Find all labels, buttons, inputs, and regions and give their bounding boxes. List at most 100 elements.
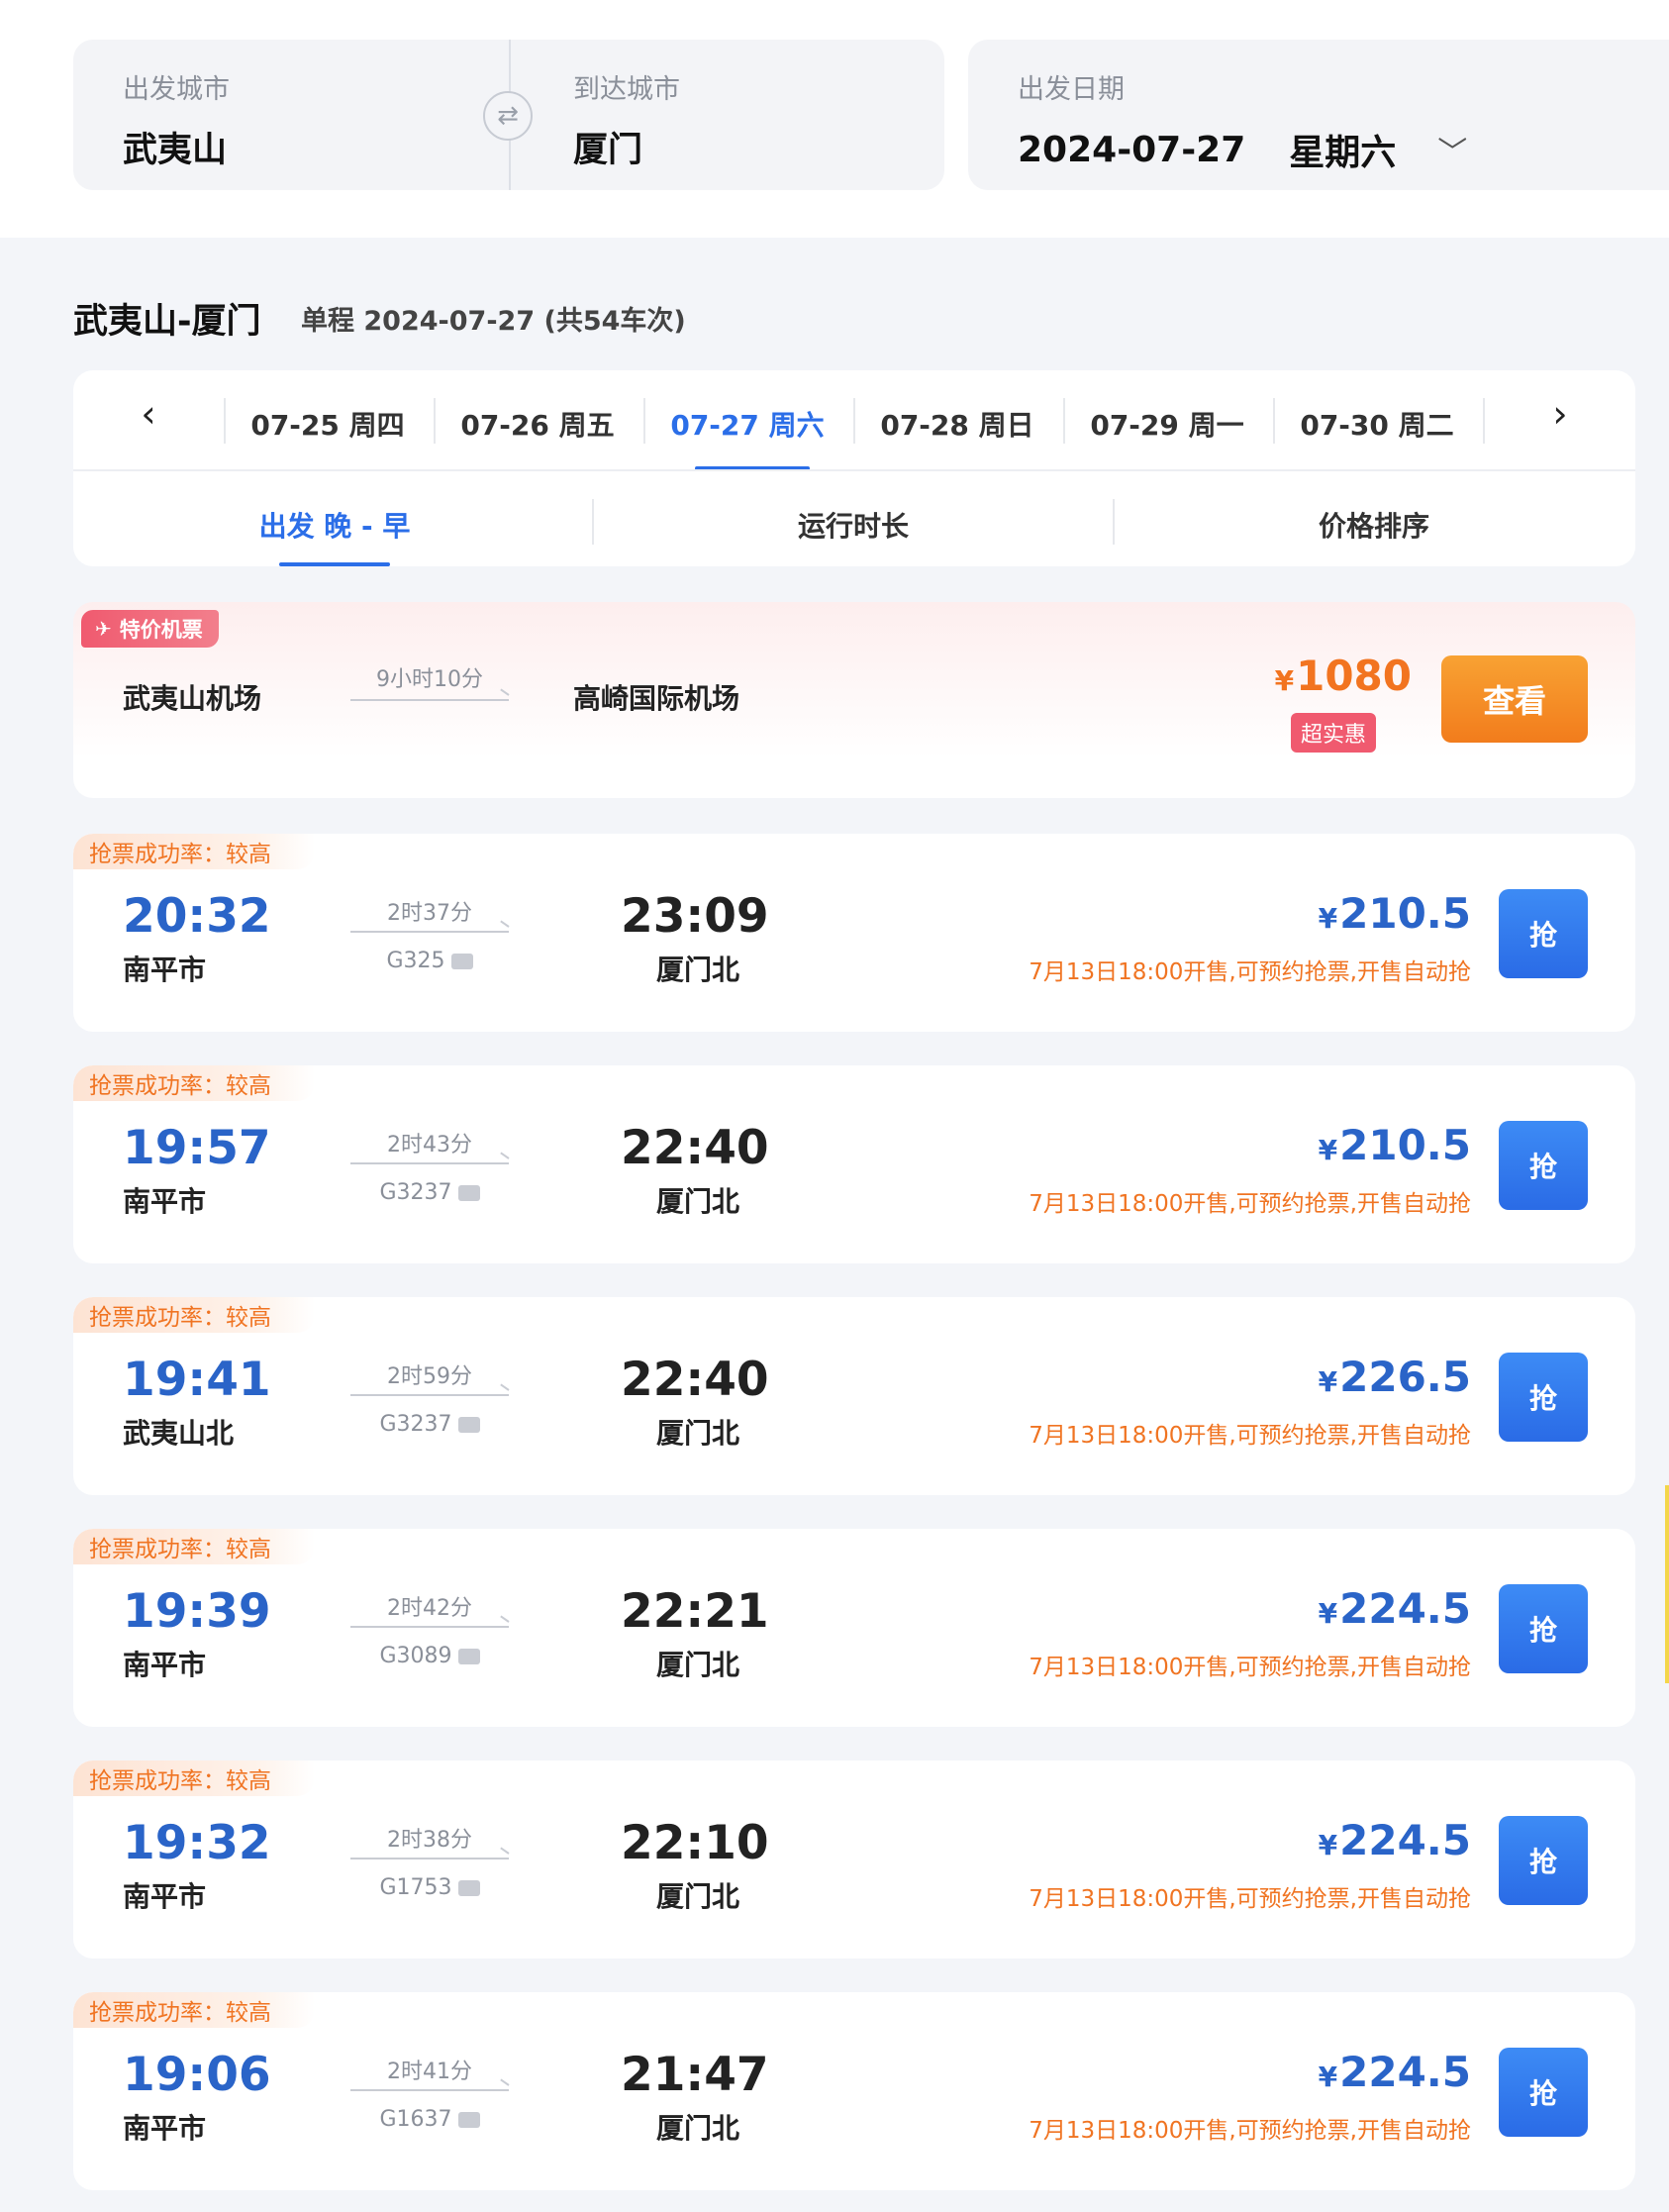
- arrival-time: 22:10: [621, 1816, 769, 1870]
- sort-tab-price[interactable]: 价格排序: [1117, 505, 1631, 545]
- date-tab-0727[interactable]: 07-27 周六: [643, 404, 851, 444]
- grab-ticket-button[interactable]: 抢: [1499, 1353, 1588, 1442]
- grab-ticket-button[interactable]: 抢: [1499, 1584, 1588, 1673]
- date-tab-0730[interactable]: 07-30 周二: [1273, 404, 1481, 444]
- train-number[interactable]: G325: [350, 949, 509, 973]
- tab-divider: [1113, 499, 1115, 545]
- from-city-field[interactable]: 出发城市 武夷山: [123, 67, 230, 172]
- flight-badge: ✈ 特价机票: [81, 610, 219, 648]
- arrival-station: 厦门北: [656, 1649, 740, 1681]
- divider: [73, 469, 1635, 471]
- ticket-icon: [457, 1185, 480, 1201]
- flight-deal-tag: 超实惠: [1291, 713, 1377, 753]
- train-card[interactable]: 抢票成功率：较高 20:32 南平市 2时37分 G325 23:09 厦门北 ¥210.5 7…: [73, 834, 1635, 1032]
- date-label: 出发日期: [1018, 74, 1125, 105]
- date-selector[interactable]: 出发日期 2024-07-27 星期六 ﹀: [968, 40, 1669, 190]
- departure-station: 南平市: [123, 2112, 207, 2145]
- train-card[interactable]: 抢票成功率：较高 19:32 南平市 2时38分 G1753 22:10 厦门北 ¥224.5…: [73, 1760, 1635, 1959]
- departure-time: 19:32: [123, 1816, 271, 1870]
- ticket-price: ¥210.5: [1319, 1121, 1471, 1169]
- train-code: G1637: [379, 2107, 452, 2132]
- train-card[interactable]: 抢票成功率：较高 19:57 南平市 2时43分 G3237 22:40 厦门北 ¥210.5…: [73, 1065, 1635, 1263]
- grab-ticket-button[interactable]: 抢: [1499, 1816, 1588, 1905]
- departure-time: 19:06: [123, 2048, 271, 2102]
- departure-station: 南平市: [123, 954, 207, 986]
- sale-notice: 7月13日18:00开售,可预约抢票,开售自动抢: [1029, 1655, 1471, 1680]
- arrival-station: 厦门北: [656, 2112, 740, 2145]
- train-number[interactable]: G1637: [350, 2107, 509, 2132]
- train-code: G3089: [379, 1644, 452, 1668]
- ticket-price-value: 210.5: [1339, 1121, 1471, 1169]
- active-sort-indicator: [279, 562, 390, 566]
- ticket-icon: [457, 1649, 480, 1664]
- train-code: G3237: [379, 1180, 452, 1205]
- chevron-right-icon[interactable]: ›: [1530, 392, 1590, 436]
- success-rate-badge: 抢票成功率：较高: [73, 1760, 315, 1796]
- from-city-value[interactable]: 武夷山: [123, 122, 230, 172]
- ticket-icon: [457, 1417, 480, 1433]
- route-arrow: [350, 2089, 509, 2091]
- arrival-station: 厦门北: [656, 1185, 740, 1218]
- date-tab-0725[interactable]: 07-25 周四: [224, 404, 432, 444]
- date-tabs: ‹ 07-25 周四 07-26 周五 07-27 周六 07-28 周日 07…: [73, 370, 1635, 470]
- ticket-price: ¥224.5: [1319, 1584, 1471, 1633]
- trip-duration: 2时38分: [387, 1828, 472, 1853]
- train-code: G325: [386, 949, 445, 973]
- sort-tab-duration[interactable]: 运行时长: [596, 505, 1111, 545]
- ticket-price: ¥224.5: [1319, 1816, 1471, 1864]
- scrollbar-indicator[interactable]: [1665, 1485, 1669, 1683]
- route-arrow: [350, 1858, 509, 1860]
- date-tab-0726[interactable]: 07-26 周五: [434, 404, 641, 444]
- currency-symbol: ¥: [1318, 1597, 1338, 1630]
- flight-promo-card[interactable]: ✈ 特价机票 武夷山机场 9小时10分 高崎国际机场 ¥1080 超实惠 查看: [73, 602, 1635, 798]
- ticket-price: ¥210.5: [1319, 889, 1471, 938]
- sort-tab-departure[interactable]: 出发 晚 - 早: [77, 505, 592, 545]
- ticket-icon: [457, 2112, 480, 2128]
- date-tab-0728[interactable]: 07-28 周日: [853, 404, 1061, 444]
- date-value[interactable]: 2024-07-27: [1018, 130, 1245, 170]
- train-card[interactable]: 抢票成功率：较高 19:06 南平市 2时41分 G1637 21:47 厦门北 ¥224.5…: [73, 1992, 1635, 2190]
- trip-duration: 2时59分: [387, 1364, 472, 1389]
- route-title: 武夷山-厦门: [73, 302, 261, 342]
- departure-station: 武夷山北: [123, 1417, 235, 1450]
- route-arrow: [350, 1626, 509, 1628]
- train-number[interactable]: G3237: [350, 1412, 509, 1437]
- to-city-field[interactable]: 到达城市 厦门: [573, 67, 680, 172]
- view-flight-button[interactable]: 查看: [1441, 655, 1588, 743]
- arrival-time: 21:47: [621, 2048, 769, 2102]
- date-tab-0729[interactable]: 07-29 周一: [1063, 404, 1271, 444]
- train-number[interactable]: G3237: [350, 1180, 509, 1205]
- city-selector: 出发城市 武夷山 ⇄ 到达城市 厦门: [73, 40, 944, 190]
- departure-time: 19:57: [123, 1121, 271, 1175]
- arrival-time: 22:40: [621, 1121, 769, 1175]
- chevron-down-icon[interactable]: ﹀: [1437, 128, 1467, 171]
- sale-notice: 7月13日18:00开售,可预约抢票,开售自动抢: [1029, 959, 1471, 985]
- chevron-left-icon[interactable]: ‹: [119, 392, 178, 436]
- to-city-value[interactable]: 厦门: [573, 122, 680, 172]
- train-number[interactable]: G3089: [350, 1644, 509, 1668]
- from-city-label: 出发城市: [123, 74, 230, 105]
- train-card[interactable]: 抢票成功率：较高 19:41 武夷山北 2时59分 G3237 22:40 厦门北 ¥226.…: [73, 1297, 1635, 1495]
- train-card[interactable]: 抢票成功率：较高 19:39 南平市 2时42分 G3089 22:21 厦门北 ¥224.5…: [73, 1529, 1635, 1727]
- sale-notice: 7月13日18:00开售,可预约抢票,开售自动抢: [1029, 2118, 1471, 2144]
- departure-time: 19:41: [123, 1353, 271, 1407]
- trip-duration: 2时41分: [387, 2060, 472, 2084]
- currency-symbol: ¥: [1318, 902, 1338, 935]
- train-number[interactable]: G1753: [350, 1875, 509, 1900]
- swap-cities-icon[interactable]: ⇄: [483, 91, 533, 141]
- ticket-price: ¥224.5: [1319, 2048, 1471, 2096]
- arrival-station: 厦门北: [656, 1417, 740, 1450]
- grab-ticket-button[interactable]: 抢: [1499, 1121, 1588, 1210]
- departure-time: 19:39: [123, 1584, 271, 1639]
- sale-notice: 7月13日18:00开售,可预约抢票,开售自动抢: [1029, 1423, 1471, 1449]
- to-city-label: 到达城市: [573, 74, 680, 105]
- departure-station: 南平市: [123, 1185, 207, 1218]
- arrival-time: 23:09: [621, 889, 769, 944]
- trip-duration: 2时42分: [387, 1596, 472, 1621]
- sale-notice: 7月13日18:00开售,可预约抢票,开售自动抢: [1029, 1886, 1471, 1912]
- grab-ticket-button[interactable]: 抢: [1499, 889, 1588, 978]
- success-rate-badge: 抢票成功率：较高: [73, 1529, 315, 1564]
- flight-price: ¥1080: [1275, 652, 1412, 700]
- flight-price-value: 1080: [1296, 652, 1412, 700]
- grab-ticket-button[interactable]: 抢: [1499, 2048, 1588, 2137]
